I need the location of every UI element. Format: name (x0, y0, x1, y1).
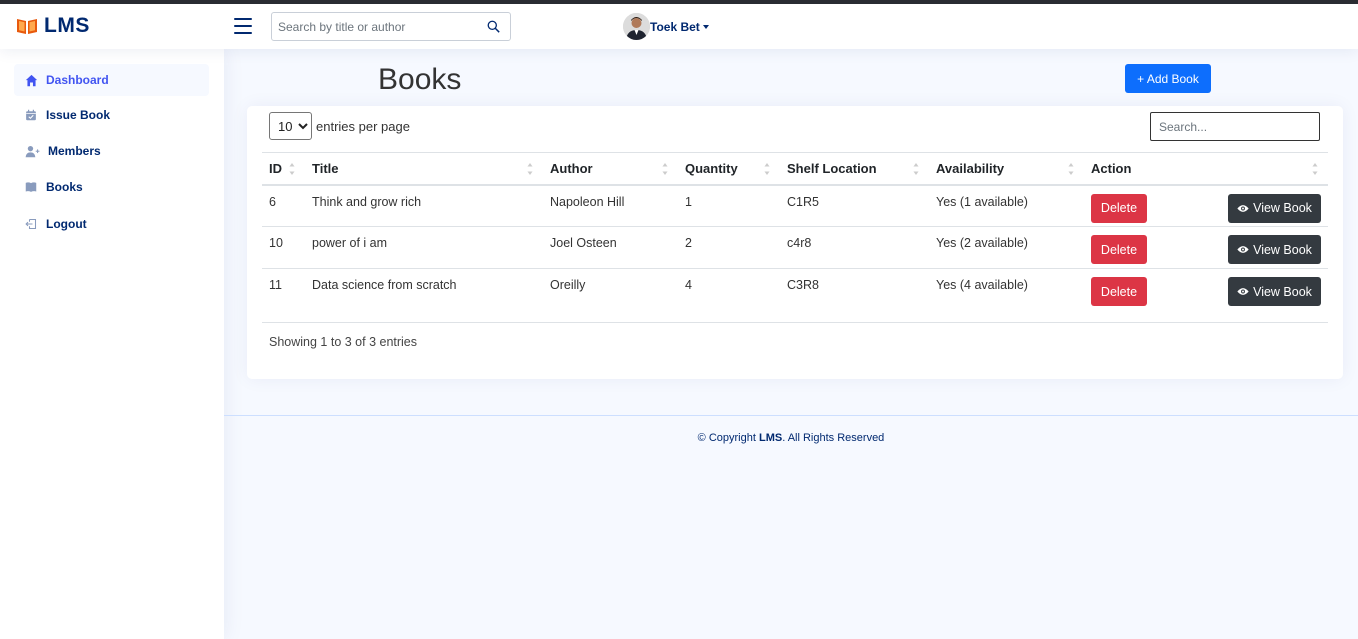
profile-dropdown[interactable]: Toek Bet (623, 13, 709, 40)
table-row: 6 Think and grow rich Napoleon Hill 1 C1… (262, 184, 1328, 227)
sidebar-item-label: Issue Book (46, 108, 111, 122)
column-header-title[interactable]: Title (305, 152, 543, 186)
table-bottom-divider (262, 322, 1328, 323)
view-book-label: View Book (1253, 201, 1312, 215)
sort-icon (662, 163, 668, 175)
table-info: Showing 1 to 3 of 3 entries (269, 335, 418, 349)
sidebar-item-logout[interactable]: Logout (14, 208, 209, 240)
cell-id: 11 (269, 278, 282, 292)
sort-icon (764, 163, 770, 175)
page-title: Books (378, 63, 462, 96)
footer-suffix: . All Rights Reserved (782, 432, 885, 444)
sort-icon (1068, 163, 1074, 175)
caret-down-icon (702, 25, 709, 29)
sidebar-item-label: Members (48, 144, 101, 158)
eye-icon (1237, 288, 1249, 295)
book-icon (24, 180, 38, 194)
sidebar-item-books[interactable]: Books (14, 171, 209, 203)
delete-button[interactable]: Delete (1091, 277, 1147, 306)
sidebar-item-label: Logout (46, 217, 87, 231)
add-book-button[interactable]: + Add Book (1125, 64, 1211, 93)
open-book-icon (17, 19, 37, 34)
column-header-shelf-location[interactable]: Shelf Location (780, 152, 929, 186)
cell-availability: Yes (1 available) (929, 184, 1084, 227)
cell-quantity: 1 (678, 184, 780, 227)
table-row: 10 power of i am Joel Osteen 2 c4r8 Yes … (262, 226, 1328, 269)
delete-button[interactable]: Delete (1091, 193, 1147, 223)
header-search-input[interactable] (272, 13, 472, 40)
table-search-input[interactable] (1150, 112, 1320, 141)
column-header-quantity[interactable]: Quantity (678, 152, 780, 186)
header-search (271, 12, 511, 41)
sidebar-item-dashboard[interactable]: Dashboard (14, 64, 209, 96)
cell-shelf-location: C3R8 (787, 278, 819, 292)
eye-icon (1237, 204, 1249, 212)
books-table: ID Title Author Quantity Shelf Location … (262, 152, 1328, 323)
cell-availability: Yes (2 available) (929, 226, 1084, 269)
footer: © Copyright LMS. All Rights Reserved (224, 432, 1358, 444)
cell-action: Delete View Book (1084, 226, 1328, 269)
entries-control: 10 entries per page (269, 112, 410, 140)
column-header-availability[interactable]: Availability (929, 152, 1084, 186)
view-book-label: View Book (1253, 242, 1312, 257)
sidebar-item-members[interactable]: Members (14, 135, 209, 167)
view-book-label: View Book (1253, 284, 1312, 299)
person-add-icon (24, 144, 40, 158)
sidebar-toggle-icon[interactable] (234, 18, 252, 34)
view-book-button[interactable]: View Book (1228, 277, 1321, 306)
view-book-button[interactable]: View Book (1228, 235, 1321, 264)
sort-icon (527, 163, 533, 175)
eye-icon (1237, 246, 1249, 253)
sidebar-item-label: Dashboard (46, 73, 109, 87)
cell-shelf-location: C1R5 (780, 184, 929, 227)
cell-author: Oreilly (550, 278, 586, 292)
logo-text: LMS (44, 14, 90, 37)
cell-title: Think and grow rich (305, 184, 543, 227)
cell-author: Joel Osteen (543, 226, 678, 269)
cell-shelf-location: c4r8 (780, 226, 929, 269)
view-book-button[interactable]: View Book (1228, 193, 1321, 223)
cell-title: power of i am (305, 226, 543, 269)
books-table-card: 10 entries per page ID Title Author Quan… (247, 106, 1343, 379)
sort-icon (913, 163, 919, 175)
footer-brand: LMS (758, 432, 783, 444)
table-header-row: ID Title Author Quantity Shelf Location … (262, 152, 1328, 186)
header: LMS Toek Bet (0, 4, 1358, 49)
sort-icon (1312, 163, 1318, 175)
table-row: 11 Data science from scratch Oreilly 4 C… (262, 269, 1328, 323)
calendar-check-icon (24, 108, 38, 122)
cell-action: Delete View Book (1084, 269, 1328, 323)
avatar (623, 13, 650, 40)
entries-label: entries per page (316, 118, 410, 134)
column-header-author[interactable]: Author (543, 152, 678, 186)
sidebar: Dashboard Issue Book Members Books Logou… (0, 49, 224, 639)
entries-per-page-select[interactable]: 10 (269, 112, 312, 140)
footer-divider (224, 415, 1358, 416)
cell-availability: Yes (4 available) (936, 278, 1028, 292)
house-icon (24, 73, 38, 87)
cell-quantity: 2 (678, 226, 780, 269)
delete-button[interactable]: Delete (1091, 235, 1147, 264)
cell-quantity: 4 (685, 278, 692, 292)
logo[interactable]: LMS (16, 14, 90, 38)
cell-title: Data science from scratch (312, 278, 457, 292)
column-header-action[interactable]: Action (1084, 152, 1328, 186)
cell-author: Napoleon Hill (543, 184, 678, 227)
sidebar-item-label: Books (46, 180, 83, 194)
column-header-id[interactable]: ID (262, 152, 305, 186)
cell-id: 6 (262, 184, 305, 227)
cell-id: 10 (262, 226, 305, 269)
box-arrow-left-icon (24, 217, 38, 231)
sort-icon (289, 163, 295, 175)
cell-action: Delete View Book (1084, 184, 1328, 227)
search-icon[interactable] (487, 20, 500, 33)
profile-name: Toek Bet (650, 19, 700, 34)
footer-prefix: © Copyright (697, 432, 759, 444)
sidebar-item-issue-book[interactable]: Issue Book (14, 99, 209, 131)
